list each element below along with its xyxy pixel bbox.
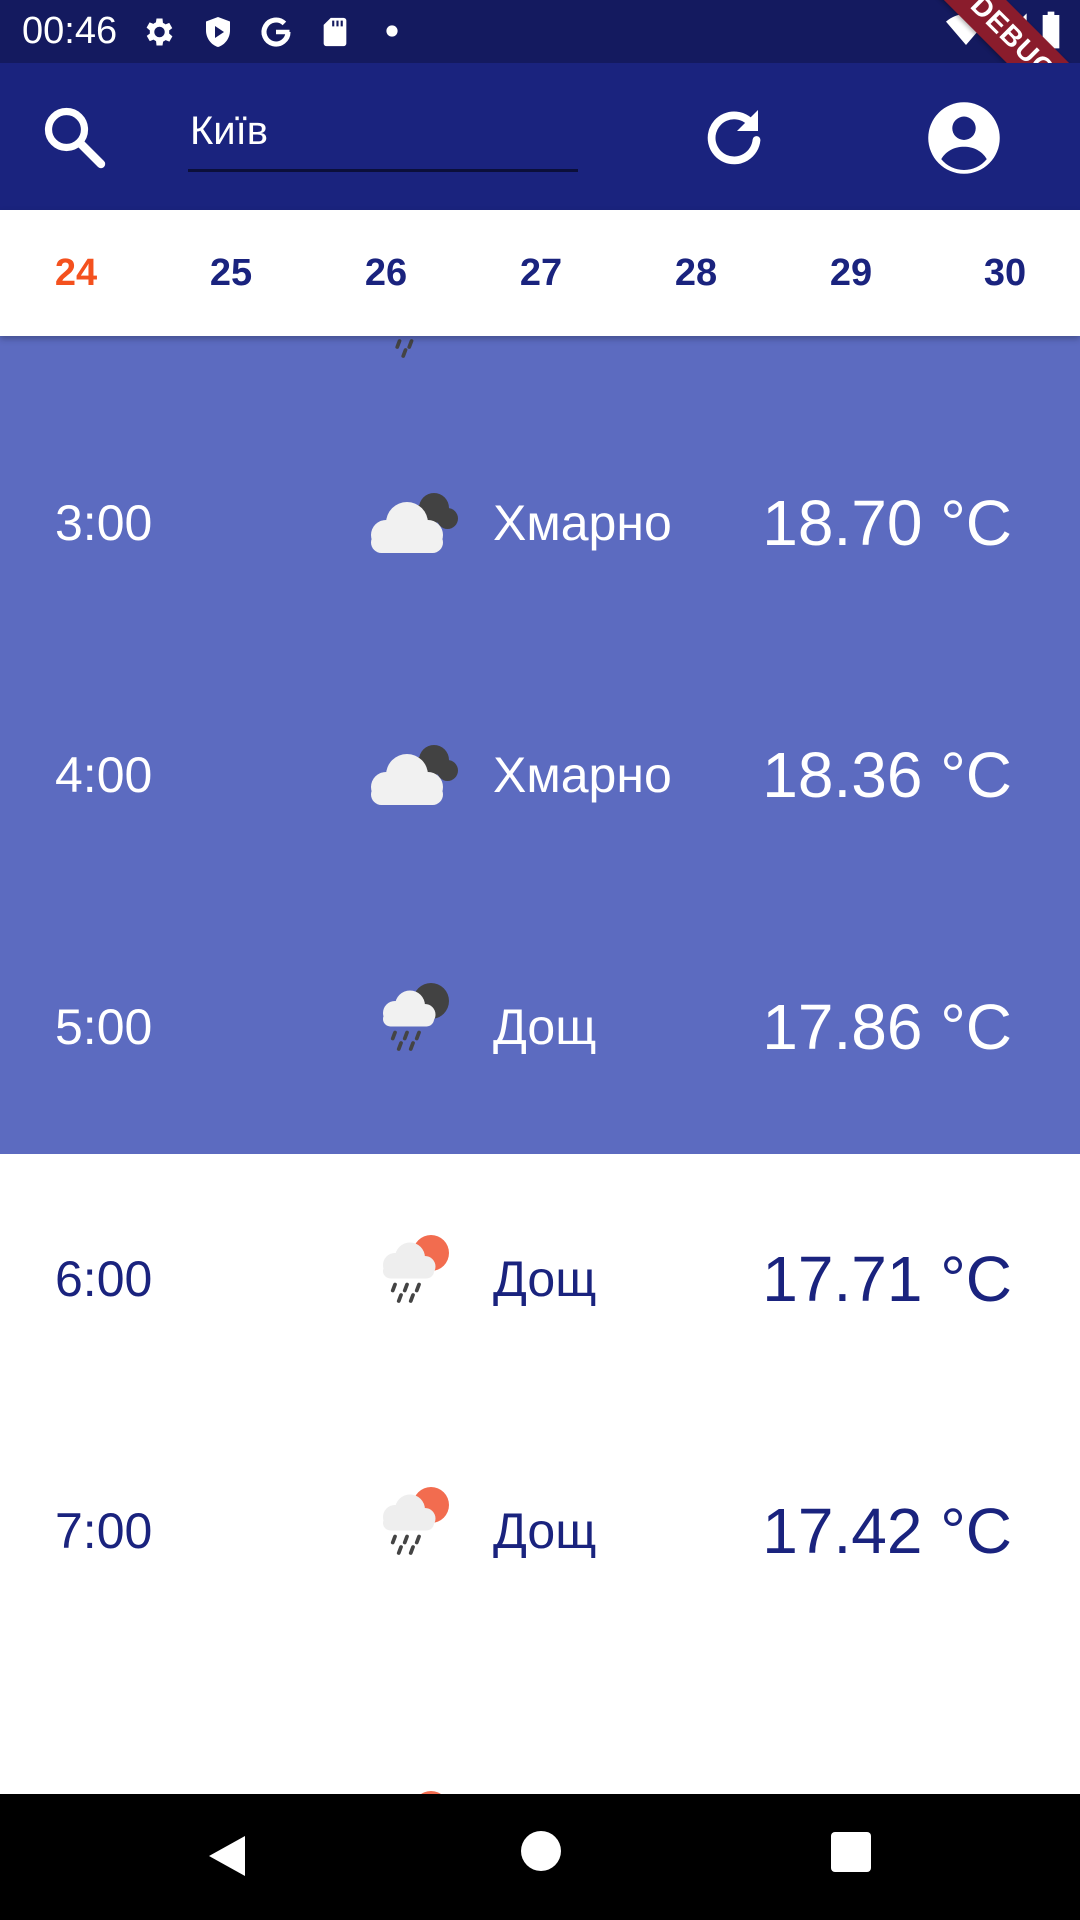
status-time: 00:46 [22, 10, 118, 52]
forecast-row-partial-top [0, 336, 1080, 398]
sd-card-icon [323, 17, 347, 47]
forecast-row[interactable]: 4:00 Хмарно 18.36 °C [0, 650, 1080, 902]
google-icon [261, 17, 291, 47]
home-icon[interactable] [521, 1831, 561, 1871]
rain-day-icon [383, 1487, 449, 1555]
cloudy-night-icon [371, 745, 458, 805]
forecast-description: Дощ [493, 999, 597, 1055]
navigation-bar [0, 1794, 1080, 1920]
forecast-temperature: 17.86 °C [762, 991, 1012, 1063]
forecast-temperature: 17.71 °C [762, 1243, 1012, 1315]
recents-icon[interactable] [831, 1832, 871, 1872]
day-tab-25[interactable]: 25 [181, 252, 281, 295]
forecast-row[interactable]: 5:00 Дощ 17.86 °C [0, 902, 1080, 1154]
forecast-hour: 4:00 [55, 747, 153, 803]
day-tabs: 24 25 26 27 28 29 30 [0, 210, 1080, 336]
status-bar: 00:46 DEBUG [0, 0, 1080, 157]
refresh-icon[interactable] [698, 101, 770, 173]
account-circle-icon[interactable] [925, 99, 1003, 177]
search-icon[interactable] [38, 101, 110, 173]
rain-night-icon [383, 983, 449, 1051]
rain-day-icon [383, 1235, 449, 1303]
dot-icon [386, 25, 398, 37]
forecast-temperature: 17.42 °C [762, 1495, 1012, 1567]
forecast-row[interactable]: 6:00 Дощ 17.71 °C [0, 1154, 1080, 1406]
day-tab-30[interactable]: 30 [955, 252, 1055, 295]
forecast-description: Хмарно [493, 495, 672, 551]
cloudy-night-icon [371, 493, 458, 553]
city-search-input[interactable] [188, 101, 578, 172]
rain-night-icon [395, 339, 414, 358]
app-bar [0, 63, 1080, 210]
forecast-temperature: 18.70 °C [762, 487, 1012, 559]
forecast-hour: 7:00 [55, 1503, 153, 1559]
day-tab-27[interactable]: 27 [491, 252, 591, 295]
forecast-row[interactable]: 7:00 Дощ 17.42 °C [0, 1406, 1080, 1658]
forecast-list[interactable]: 3:00 Хмарно 18.70 °C 4:00 Хмарно 18.36 °… [0, 336, 1080, 1794]
forecast-hour: 3:00 [55, 495, 153, 551]
rain-day-icon [421, 1791, 441, 1794]
day-tab-28[interactable]: 28 [646, 252, 746, 295]
forecast-description: Хмарно [493, 747, 672, 803]
day-tab-24[interactable]: 24 [26, 252, 126, 295]
settings-icon [146, 18, 173, 46]
forecast-hour: 5:00 [55, 999, 153, 1055]
forecast-description: Дощ [493, 1503, 597, 1559]
forecast-hour: 6:00 [55, 1251, 153, 1307]
day-tab-29[interactable]: 29 [801, 252, 901, 295]
forecast-description: Дощ [493, 1251, 597, 1307]
forecast-row-partial-bottom [0, 1658, 1080, 1794]
forecast-temperature: 18.36 °C [762, 739, 1012, 811]
forecast-row[interactable]: 3:00 Хмарно 18.70 °C [0, 398, 1080, 650]
shield-icon [206, 17, 230, 47]
day-tab-26[interactable]: 26 [336, 252, 436, 295]
back-icon[interactable] [205, 1832, 249, 1880]
